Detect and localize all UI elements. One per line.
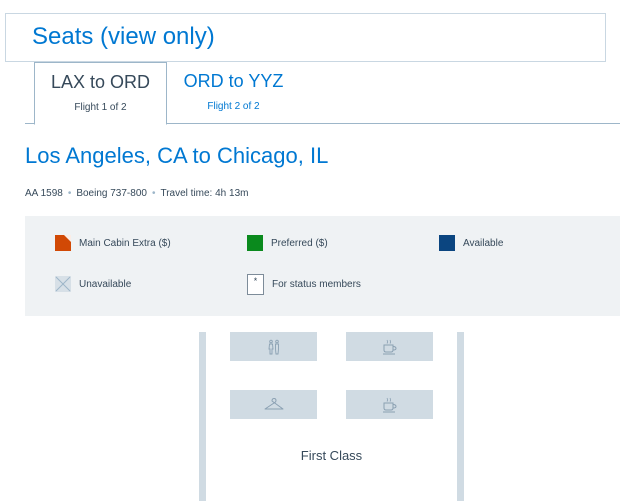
main-cabin-extra-swatch <box>55 235 71 251</box>
legend-status-members: * For status members <box>247 274 361 295</box>
legend-label: Main Cabin Extra ($) <box>79 237 171 249</box>
unavailable-swatch <box>55 276 71 292</box>
tab-lax-to-ord[interactable]: LAX to ORD Flight 1 of 2 <box>34 62 167 125</box>
tab-sublabel: Flight 2 of 2 <box>207 101 260 112</box>
coffee-icon <box>382 339 397 354</box>
flight-number: AA 1598 <box>25 188 63 199</box>
galley-facility <box>346 332 433 361</box>
flight-info: AA 1598 • Boeing 737-800 • Travel time: 4h 1… <box>25 188 248 199</box>
galley-facility <box>346 390 433 419</box>
preferred-swatch <box>247 235 263 251</box>
cabin-wall-right <box>457 332 464 501</box>
tab-label: ORD to YYZ <box>183 71 284 91</box>
page-title: Seats (view only) <box>32 23 215 50</box>
unavailable-x-icon <box>55 276 71 292</box>
available-swatch <box>439 235 455 251</box>
cabin-wall-left <box>199 332 206 501</box>
legend-preferred: Preferred ($) <box>247 235 328 251</box>
legend-label: Unavailable <box>79 278 132 290</box>
aircraft-type: Boeing 737-800 <box>76 188 147 199</box>
route-title: Los Angeles, CA to Chicago, IL <box>25 143 329 168</box>
legend-unavailable: Unavailable <box>55 276 131 292</box>
separator: • <box>151 188 156 199</box>
coffee-icon <box>382 397 397 412</box>
cabin-class-label: First Class <box>300 448 363 463</box>
separator: • <box>67 188 72 199</box>
header-box: Seats (view only) <box>5 13 606 62</box>
legend-label: Preferred ($) <box>271 237 328 249</box>
tab-ord-to-yyz[interactable]: ORD to YYZ Flight 2 of 2 <box>167 62 300 123</box>
travel-time: Travel time: 4h 13m <box>160 188 249 199</box>
status-member-swatch: * <box>247 274 264 295</box>
legend-main-cabin-extra: Main Cabin Extra ($) <box>55 235 171 251</box>
lavatory-facility <box>230 332 317 361</box>
legend-label: For status members <box>272 279 361 290</box>
legend-label: Available <box>463 237 504 249</box>
tab-sublabel: Flight 1 of 2 <box>74 102 127 113</box>
tab-label: LAX to ORD <box>50 72 151 92</box>
coat-hanger-icon <box>264 397 283 409</box>
legend-available: Available <box>439 235 503 251</box>
seat-legend: Main Cabin Extra ($) Preferred ($) Avail… <box>25 216 620 316</box>
closet-facility <box>230 390 317 419</box>
lavatory-icon <box>268 339 279 354</box>
